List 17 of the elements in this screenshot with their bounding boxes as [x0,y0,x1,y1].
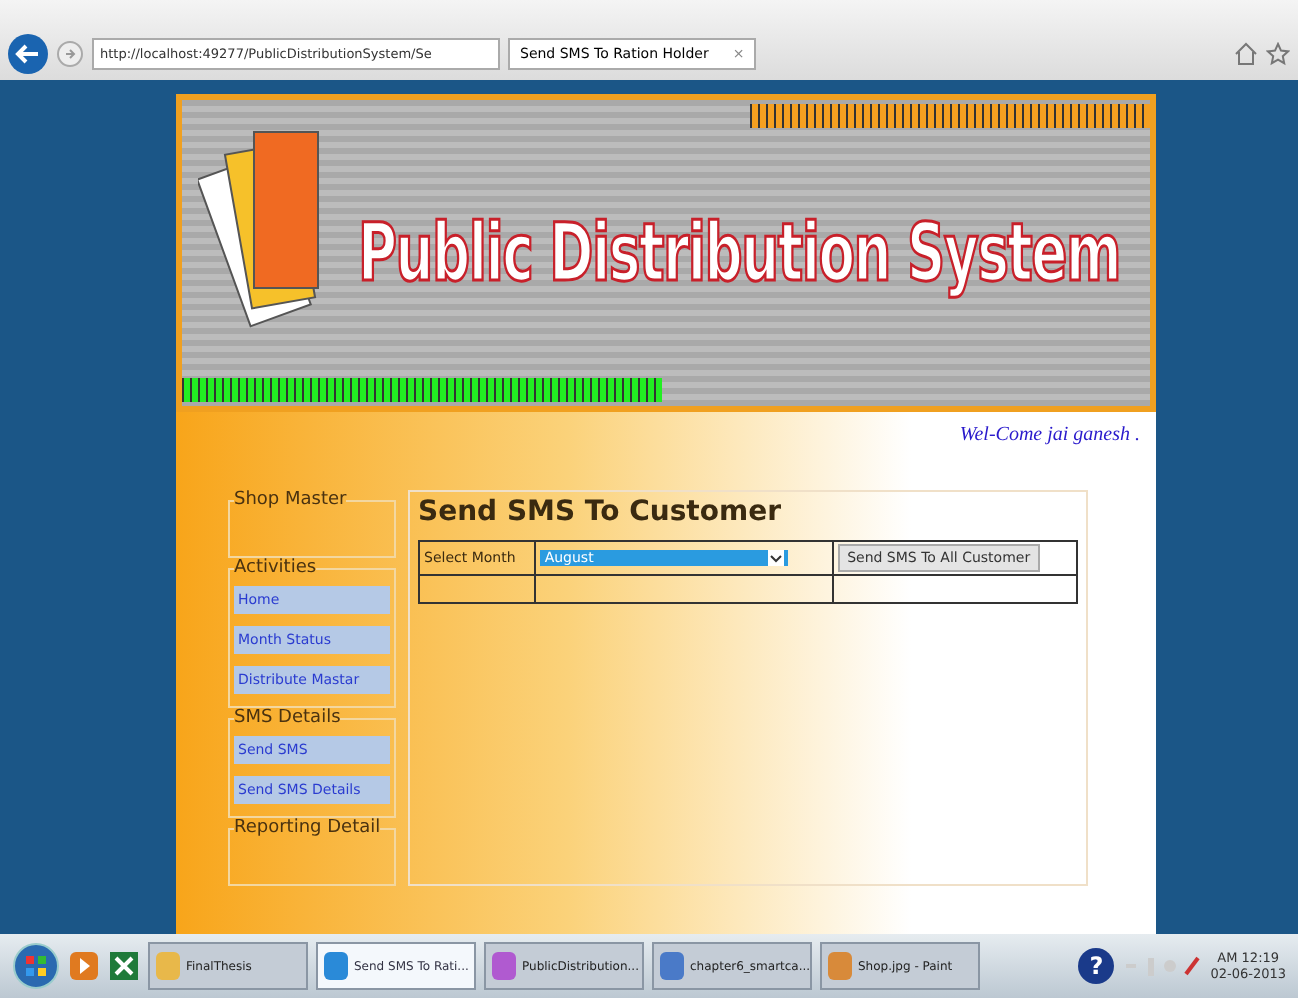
menu-heading: Activities [234,558,317,578]
home-icon[interactable] [1234,42,1258,66]
menu-heading: SMS Details [234,708,341,728]
media-player-icon[interactable] [68,950,100,982]
welcome-text: Wel-Come jai ganesh . [959,424,1140,446]
back-button[interactable] [8,34,48,74]
tray-icons[interactable] [1122,954,1203,978]
menu-heading: Shop Master [234,490,347,510]
spreadsheet-icon[interactable] [108,950,140,982]
help-button[interactable]: ? [1078,948,1115,984]
menu-heading: Reporting Detail [234,818,381,838]
start-button[interactable] [12,942,60,990]
banner-title: Public Distribution System [358,207,1121,299]
dropdown-caret-icon [768,550,785,566]
star-icon[interactable] [1266,42,1290,66]
form-title: Send SMS To Customer [418,496,783,528]
forward-icon[interactable] [56,40,84,68]
